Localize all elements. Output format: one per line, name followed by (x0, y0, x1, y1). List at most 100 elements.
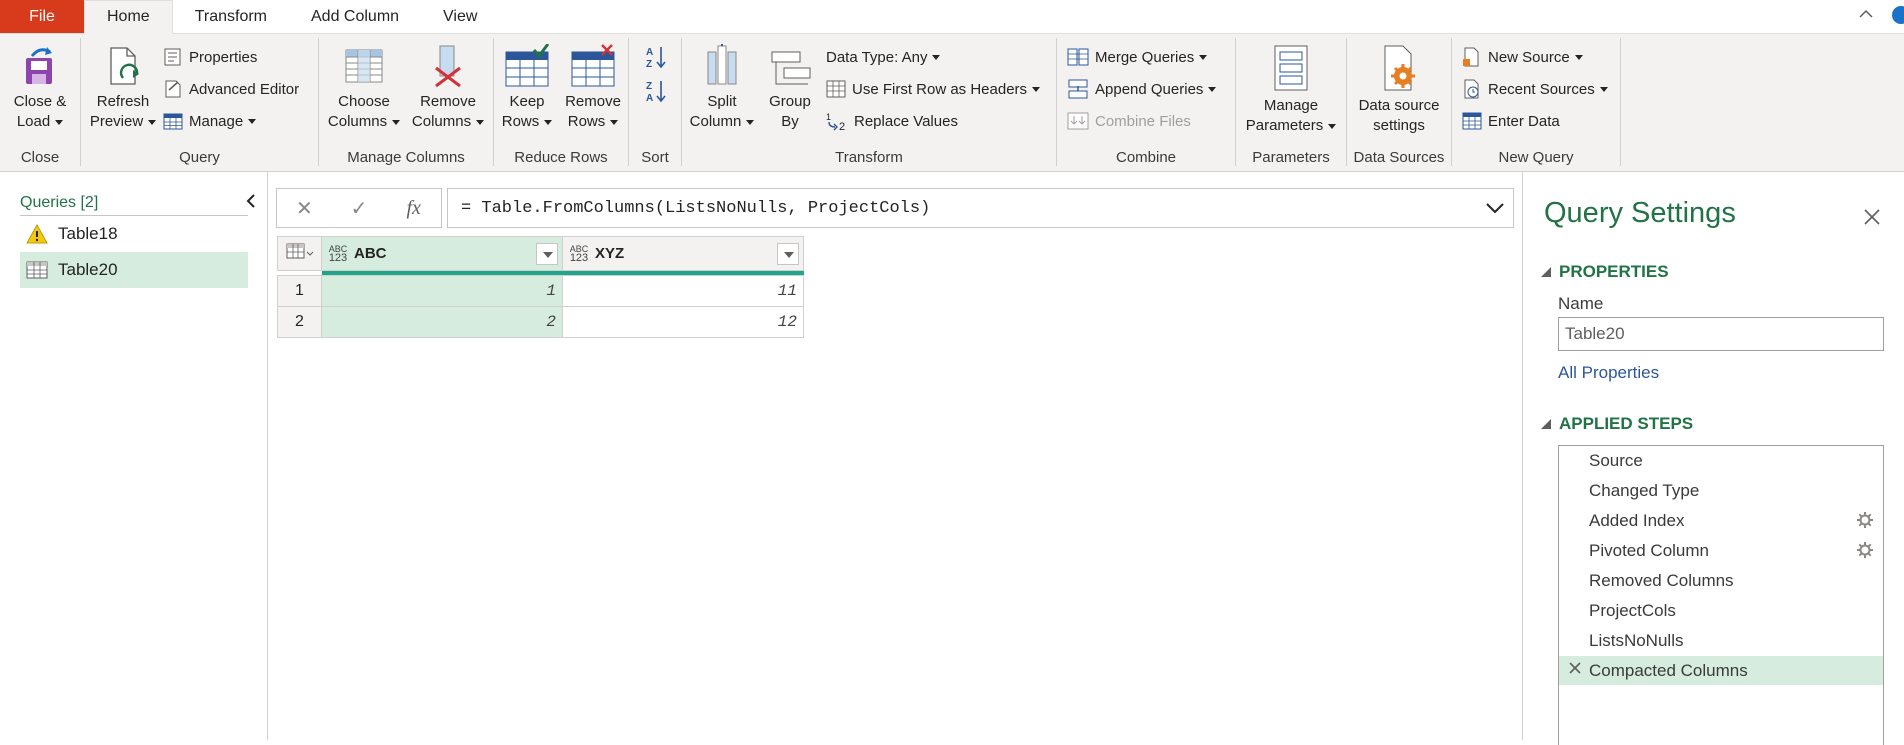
column-filter-dropdown-icon[interactable] (777, 243, 799, 265)
remove-columns-label-2: Columns (411, 113, 472, 130)
collapse-queries-icon[interactable] (244, 192, 258, 210)
query-name-input[interactable] (1558, 317, 1884, 351)
gear-icon[interactable] (1857, 512, 1873, 528)
all-properties-link[interactable]: All Properties (1558, 363, 1659, 383)
group-by-button[interactable]: Group By (762, 38, 818, 132)
manage-button[interactable]: Manage (163, 108, 257, 134)
group-query: Refresh Preview Properties Advanced Edit… (81, 38, 318, 168)
help-icon[interactable] (1892, 6, 1904, 24)
table-row: 2 2 12 (277, 306, 804, 338)
append-queries-button[interactable]: Append Queries (1067, 76, 1217, 102)
any-type-icon[interactable]: ABC 123 (326, 244, 350, 263)
close-load-label: Close & (13, 93, 67, 110)
enter-data-button[interactable]: Enter Data (1462, 108, 1560, 134)
split-column-label: Split (707, 93, 737, 110)
any-type-icon[interactable]: ABC 123 (567, 244, 591, 263)
step-added-index[interactable]: Added Index (1559, 506, 1883, 535)
data-type-dropdown[interactable]: Data Type: Any (826, 44, 941, 70)
column-header-abc[interactable]: ABC 123 ABC (321, 236, 563, 271)
row-number[interactable]: 2 (277, 306, 322, 338)
fx-icon[interactable]: fx (386, 197, 441, 220)
query-item-table20[interactable]: Table20 (20, 252, 248, 288)
refresh-label: Refresh (96, 93, 150, 110)
group-new-query: New Source Recent Sources Enter Data New… (1452, 38, 1620, 168)
svg-text:A: A (646, 93, 653, 104)
append-queries-icon (1068, 79, 1088, 99)
sort-descending-icon[interactable]: Z A (645, 78, 667, 104)
column-header-xyz[interactable]: ABC 123 XYZ (562, 236, 804, 271)
group-data-sources: Data source settings Data Sources (1347, 38, 1451, 168)
use-first-row-button[interactable]: Use First Row as Headers (826, 76, 1041, 102)
table-cell[interactable]: 11 (562, 275, 804, 307)
group-parameters-label: Parameters (1252, 149, 1330, 166)
data-source-settings-button[interactable]: Data source settings (1351, 38, 1447, 136)
tab-add-column[interactable]: Add Column (289, 0, 421, 33)
split-column-button[interactable]: Split Column (684, 38, 760, 132)
column-header-label: XYZ (595, 245, 625, 263)
step-source[interactable]: Source (1559, 446, 1883, 475)
merge-queries-button[interactable]: Merge Queries (1067, 44, 1208, 70)
group-query-label: Query (179, 149, 220, 166)
replace-values-button[interactable]: 12 Replace Values (826, 108, 958, 134)
tab-view[interactable]: View (421, 0, 499, 33)
choose-columns-button[interactable]: Choose Columns (323, 38, 405, 132)
advanced-editor-icon (165, 80, 181, 98)
sort-ascending-icon[interactable]: A Z (645, 44, 667, 70)
close-load-label-2: Load (16, 113, 51, 130)
recent-sources-button[interactable]: Recent Sources (1462, 76, 1608, 102)
svg-text:A: A (646, 47, 653, 58)
remove-rows-button[interactable]: Remove Rows (560, 38, 626, 132)
applied-steps-section-header[interactable]: APPLIED STEPS (1541, 414, 1693, 434)
keep-rows-button[interactable]: Keep Rows (496, 38, 558, 132)
svg-text:Z: Z (646, 81, 652, 92)
combine-files-button[interactable]: Combine Files (1067, 108, 1191, 134)
group-by-icon (771, 51, 811, 85)
remove-columns-button[interactable]: Remove Columns (407, 38, 489, 132)
step-compacted-columns[interactable]: Compacted Columns (1559, 656, 1883, 685)
table-menu-button[interactable] (277, 236, 322, 271)
table-cell[interactable]: 1 (321, 275, 563, 307)
table-header-icon (826, 80, 846, 98)
row-number[interactable]: 1 (277, 275, 322, 307)
close-load-button[interactable]: Close & Load (8, 38, 72, 132)
table-cell[interactable]: 12 (562, 306, 804, 338)
step-listsnonulls[interactable]: ListsNoNulls (1559, 626, 1883, 655)
query-settings-pane: Query Settings PROPERTIES Name All Prope… (1522, 172, 1904, 745)
manage-label: Manage (189, 112, 244, 130)
tab-file[interactable]: File (0, 0, 84, 33)
query-item-table18[interactable]: Table18 (20, 216, 248, 252)
refresh-preview-icon (110, 47, 139, 85)
step-removed-columns[interactable]: Removed Columns (1559, 566, 1883, 595)
new-source-button[interactable]: New Source (1462, 44, 1583, 70)
tab-home[interactable]: Home (84, 0, 173, 34)
column-header-label: ABC (354, 245, 387, 263)
delete-step-icon[interactable] (1568, 661, 1582, 675)
column-filter-dropdown-icon[interactable] (536, 243, 558, 265)
expand-formula-icon[interactable] (1485, 201, 1505, 215)
commit-formula-icon[interactable]: ✓ (332, 196, 387, 221)
cancel-formula-icon[interactable]: ✕ (277, 196, 332, 221)
formula-bar[interactable]: = Table.FromColumns(ListsNoNulls, Projec… (447, 188, 1514, 228)
group-sort-label: Sort (641, 149, 669, 166)
close-icon[interactable] (1863, 208, 1881, 226)
append-queries-label: Append Queries (1095, 80, 1204, 98)
advanced-editor-button[interactable]: Advanced Editor (163, 76, 299, 102)
query-settings-title: Query Settings (1544, 197, 1736, 229)
gear-icon[interactable] (1857, 542, 1873, 558)
refresh-preview-button[interactable]: Refresh Preview (85, 38, 161, 132)
collapse-ribbon-icon[interactable] (1858, 6, 1874, 22)
tab-transform[interactable]: Transform (173, 0, 289, 33)
step-changed-type[interactable]: Changed Type (1559, 476, 1883, 505)
properties-section-header[interactable]: PROPERTIES (1541, 262, 1669, 282)
step-projectcols[interactable]: ProjectCols (1559, 596, 1883, 625)
group-data-sources-label: Data Sources (1353, 149, 1445, 166)
step-pivoted-column[interactable]: Pivoted Column (1559, 536, 1883, 565)
manage-parameters-button[interactable]: Manage Parameters (1240, 38, 1342, 136)
group-combine-label: Combine (1115, 149, 1177, 166)
replace-values-icon: 12 (826, 112, 845, 131)
enter-data-label: Enter Data (1488, 112, 1560, 130)
table-cell[interactable]: 2 (321, 306, 563, 338)
properties-button[interactable]: Properties (163, 44, 257, 70)
queries-pane: Queries [2] Table18 Table20 (0, 172, 268, 740)
refresh-label-2: Preview (89, 113, 144, 130)
